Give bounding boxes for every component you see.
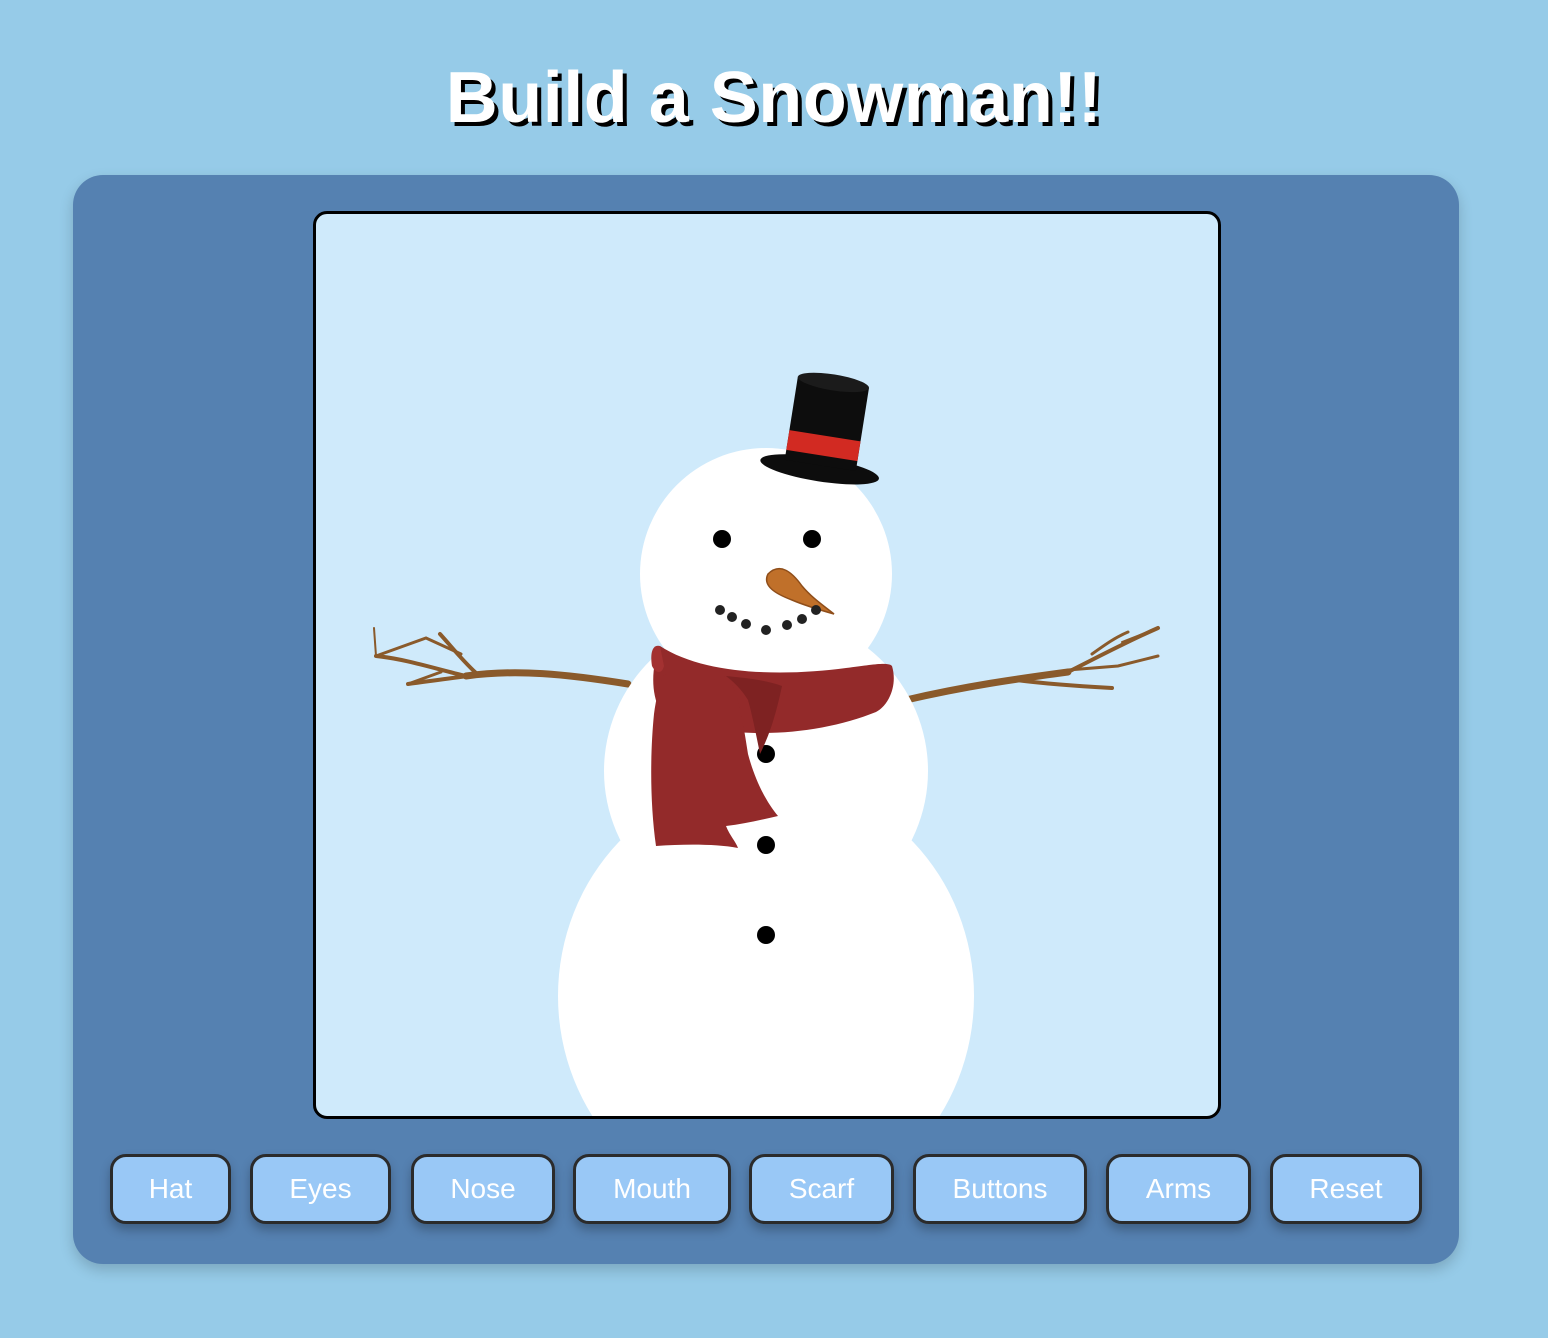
top-hat xyxy=(760,372,879,485)
snowman-canvas xyxy=(313,211,1221,1119)
body-button xyxy=(757,836,775,854)
right-arm xyxy=(902,626,1160,704)
arms-button[interactable]: Arms xyxy=(1106,1154,1251,1224)
body-button xyxy=(757,926,775,944)
buttons-button[interactable]: Buttons xyxy=(913,1154,1087,1224)
snowman-drawing xyxy=(373,372,1160,1116)
left-eye xyxy=(713,530,731,548)
hat-button[interactable]: Hat xyxy=(110,1154,231,1224)
reset-button[interactable]: Reset xyxy=(1270,1154,1422,1224)
snowman-panel: Hat Eyes Nose Mouth Scarf Buttons Arms R… xyxy=(73,175,1459,1264)
scarf-button[interactable]: Scarf xyxy=(749,1154,894,1224)
right-eye xyxy=(803,530,821,548)
nose-button[interactable]: Nose xyxy=(411,1154,555,1224)
left-arm xyxy=(373,627,632,688)
snowman-body xyxy=(558,448,974,1116)
eyes-button[interactable]: Eyes xyxy=(250,1154,391,1224)
mouth-button[interactable]: Mouth xyxy=(573,1154,731,1224)
page-title: Build a Snowman!! xyxy=(445,58,1103,138)
